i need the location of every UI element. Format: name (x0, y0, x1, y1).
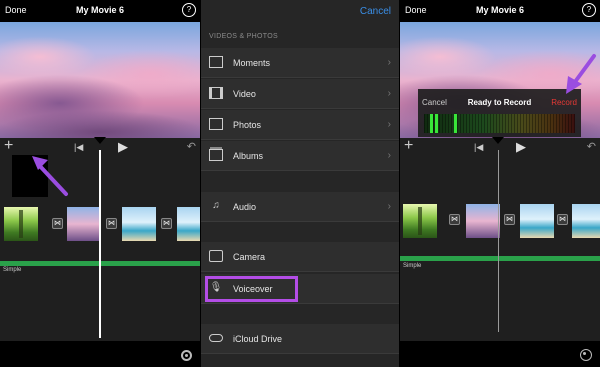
undo-icon[interactable]: ↶ (587, 140, 596, 153)
cloud-icon (209, 334, 223, 342)
track-label: Simple (3, 267, 22, 273)
item-label: iCloud Drive (233, 334, 283, 344)
picker-item-camera[interactable]: Camera (201, 242, 399, 272)
item-label: Albums (233, 151, 264, 161)
photo-icon (209, 118, 223, 130)
chevron-right-icon: › (387, 88, 391, 99)
chevron-right-icon: › (387, 57, 391, 68)
item-label: Photos (233, 120, 262, 130)
voiceover-highlight (205, 276, 298, 302)
playhead-line (498, 150, 499, 332)
cancel-button[interactable]: Cancel (360, 6, 391, 17)
pointer-arrow-icon (566, 54, 596, 94)
play-icon[interactable]: ▶ (516, 139, 526, 155)
chevron-right-icon: › (387, 119, 391, 130)
picker-item-photos[interactable]: Photos › (201, 110, 399, 140)
album-icon (209, 149, 223, 161)
project-title: My Movie 6 (475, 5, 524, 15)
playhead-marker (94, 137, 106, 144)
level-marker (430, 114, 433, 133)
clip-thumbnail[interactable] (177, 207, 200, 241)
transition-icon[interactable]: ⋈ (504, 214, 515, 225)
section-header: VIDEOS & PHOTOS (209, 33, 278, 40)
picker-item-video[interactable]: Video › (201, 79, 399, 109)
add-media-icon[interactable]: + (404, 137, 413, 155)
film-icon (209, 87, 223, 99)
clip-thumbnail[interactable] (403, 204, 437, 238)
picker-item-audio[interactable]: ♫ Audio › (201, 192, 399, 222)
add-media-icon[interactable]: + (4, 137, 13, 155)
clip-thumbnail[interactable] (520, 204, 554, 238)
help-icon[interactable]: ? (182, 3, 196, 17)
music-note-icon: ♫ (212, 200, 220, 211)
clip-thumbnail[interactable] (572, 204, 600, 238)
project-title: My Movie 6 (75, 5, 124, 15)
level-marker (454, 114, 457, 133)
clip-thumbnail[interactable] (67, 207, 101, 241)
transition-icon[interactable]: ⋈ (161, 218, 172, 229)
media-picker-panel: Cancel VIDEOS & PHOTOS Moments › Video ›… (201, 0, 399, 367)
settings-gear-icon[interactable] (580, 349, 592, 361)
bottom-bar (0, 341, 200, 367)
picker-item-moments[interactable]: Moments › (201, 48, 399, 78)
level-marker (435, 114, 438, 133)
item-label: Camera (233, 252, 266, 262)
bottom-bar (400, 341, 600, 367)
record-dialog: Cancel Ready to Record Record (418, 89, 581, 137)
item-label: Moments (233, 58, 271, 68)
chevron-right-icon: › (387, 150, 391, 161)
transition-icon[interactable]: ⋈ (106, 218, 117, 229)
item-label: Video (233, 89, 256, 99)
undo-icon[interactable]: ↶ (187, 140, 196, 153)
audio-level-meter (424, 114, 575, 133)
record-button[interactable]: Record (551, 98, 577, 107)
transition-icon[interactable]: ⋈ (449, 214, 460, 225)
nav-bar: Done My Movie 6 ? (400, 0, 600, 22)
settings-gear-icon[interactable] (181, 350, 192, 361)
camera-icon (209, 250, 223, 262)
nav-bar: Done My Movie 6 ? (0, 0, 200, 22)
picker-item-icloud-drive[interactable]: iCloud Drive (201, 324, 399, 354)
pointer-arrow-icon (32, 156, 68, 196)
play-icon[interactable]: ▶ (118, 139, 128, 155)
clip-thumbnail[interactable] (122, 207, 156, 241)
playhead-line (99, 150, 101, 338)
moments-icon (209, 56, 223, 68)
playback-controls: + |◀ ▶ ↶ (400, 137, 600, 156)
audio-track[interactable] (400, 256, 600, 261)
picker-item-albums[interactable]: Albums › (201, 141, 399, 171)
skip-back-icon[interactable]: |◀ (74, 142, 83, 153)
transition-icon[interactable]: ⋈ (557, 214, 568, 225)
clip-thumbnail[interactable] (4, 207, 38, 241)
item-label: Audio (233, 202, 257, 212)
clip-thumbnail[interactable] (466, 204, 500, 238)
editor-panel-left: Done My Movie 6 ? + |◀ ▶ ↶ ⋈ ⋈ ⋈ Simple (0, 0, 200, 367)
help-icon[interactable]: ? (582, 3, 596, 17)
chevron-right-icon: › (387, 201, 391, 212)
video-preview (0, 22, 200, 138)
transition-icon[interactable]: ⋈ (52, 218, 63, 229)
skip-back-icon[interactable]: |◀ (474, 142, 483, 153)
track-label: Simple (403, 263, 422, 269)
playhead-marker (492, 137, 504, 144)
